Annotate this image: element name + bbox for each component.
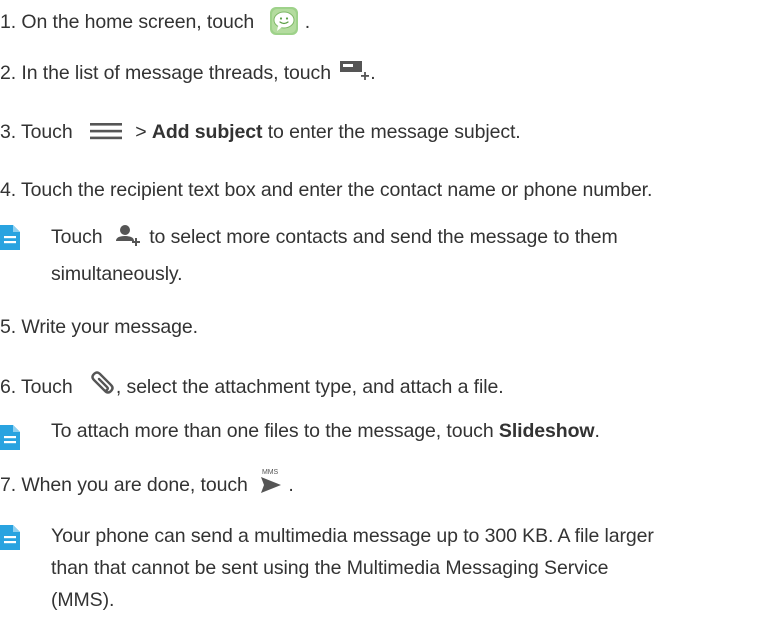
add-contact-icon bbox=[115, 224, 140, 248]
step-6-text: 6. Touch bbox=[0, 376, 73, 399]
step-2-text: 2. In the list of message threads, touch bbox=[0, 62, 331, 84]
step-1: 1. On the home screen, touch . bbox=[0, 6, 311, 38]
step-2: 2. In the list of message threads, touch… bbox=[0, 60, 376, 85]
step-5: 5. Write your message. bbox=[0, 315, 198, 339]
step-4: 4. Touch the recipient text box and ente… bbox=[0, 178, 652, 202]
step-1-text: 1. On the home screen, touch bbox=[0, 11, 255, 34]
new-message-icon bbox=[340, 60, 370, 82]
note-2-line-1: To attach more than one files to the mes… bbox=[51, 415, 600, 448]
step-6-suffix: , select the attachment type, and attach… bbox=[115, 376, 504, 399]
note-2-text: To attach more than one files to the mes… bbox=[51, 420, 494, 442]
step-7-suffix: . bbox=[288, 474, 294, 497]
note-2-slideshow-label: Slideshow bbox=[498, 420, 595, 442]
send-mms-badge: MMS bbox=[262, 469, 278, 476]
step-6: 6. Touch , select the attachment type, a… bbox=[0, 371, 504, 402]
note-3-line-2: than that cannot be sent using the Multi… bbox=[51, 557, 609, 579]
menu-icon bbox=[89, 122, 122, 140]
step-2-suffix: . bbox=[370, 62, 376, 84]
note-icon bbox=[0, 425, 20, 450]
step-7-text: 7. When you are done, touch bbox=[0, 474, 248, 497]
step-3-suffix: to enter the message subject. bbox=[267, 121, 521, 143]
attachment-paperclip-icon bbox=[88, 371, 116, 399]
step-3-text: 3. Touch bbox=[0, 121, 73, 143]
step-5-text: 5. Write your message. bbox=[0, 316, 198, 338]
note-3-line-1: Your phone can send a multimedia message… bbox=[51, 525, 654, 547]
step-4-text: 4. Touch the recipient text box and ente… bbox=[0, 179, 653, 201]
note-1-line-1: Touch to select more contacts and send t… bbox=[51, 221, 618, 254]
step-3-separator: > bbox=[135, 121, 147, 143]
instructions-page: { "steps": { "s1": { "pre": "1. On the h… bbox=[0, 0, 759, 611]
note-icon bbox=[0, 225, 20, 250]
note-1-text: Touch bbox=[51, 226, 103, 248]
note-1-line-2: simultaneously. bbox=[51, 263, 183, 285]
send-mms-icon: MMS bbox=[259, 467, 283, 495]
note-1-suffix: to select more contacts and send the mes… bbox=[149, 226, 618, 248]
note-icon bbox=[0, 525, 20, 550]
step-1-suffix: . bbox=[304, 11, 311, 34]
messaging-app-icon bbox=[269, 6, 299, 36]
note-3-line-3: (MMS). bbox=[51, 589, 115, 611]
step-3: 3. Touch > Add subject to enter the mess… bbox=[0, 120, 521, 144]
step-3-menu-item: Add subject bbox=[151, 121, 263, 143]
step-7: 7. When you are done, touch MMS . bbox=[0, 469, 294, 500]
note-2-suffix: . bbox=[594, 420, 600, 442]
